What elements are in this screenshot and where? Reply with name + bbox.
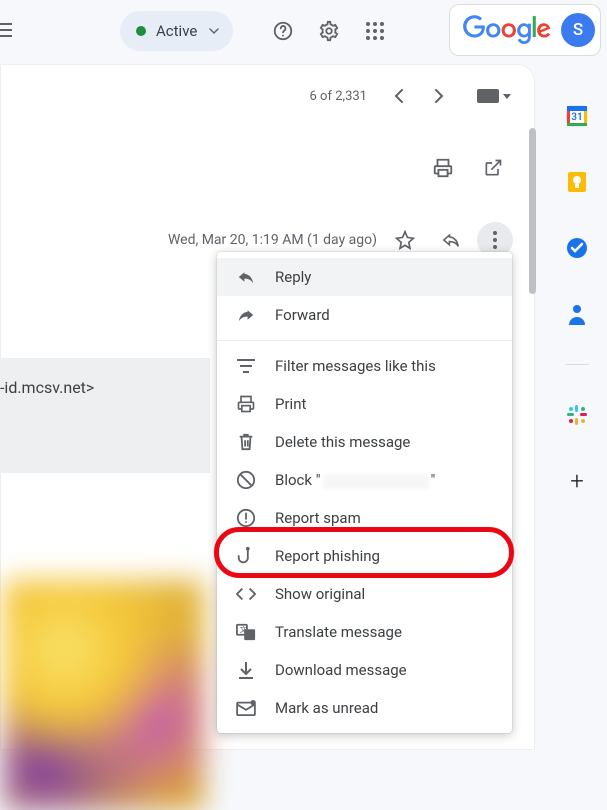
menu-item-report-spam[interactable]: Report spam [217, 499, 512, 537]
redacted-sender-name [323, 474, 429, 489]
download-icon [235, 660, 257, 680]
block-icon [235, 470, 257, 490]
menu-item-label: Print [275, 395, 306, 413]
menu-item-label: Mark as unread [275, 699, 378, 717]
menu-item-translate[interactable]: 文 Translate message [217, 613, 512, 651]
menu-item-filter[interactable]: Filter messages like this [217, 347, 512, 385]
main-menu-icon[interactable] [0, 10, 18, 50]
report-spam-icon [235, 508, 257, 528]
reply-icon [235, 269, 257, 285]
menu-item-label: Show original [275, 585, 365, 603]
chevron-down-icon [503, 94, 511, 99]
kebab-icon [493, 231, 497, 249]
menu-item-show-original[interactable]: Show original [217, 575, 512, 613]
mail-unread-icon [235, 700, 257, 716]
calendar-app-icon[interactable]: 31 [557, 96, 597, 136]
google-logo [463, 15, 551, 45]
menu-item-label: Forward [275, 306, 330, 324]
svg-text:文: 文 [240, 625, 248, 634]
apps-grid-icon[interactable] [355, 11, 395, 51]
input-tool-selector[interactable] [477, 89, 511, 103]
menu-separator [217, 340, 512, 341]
prev-message-button[interactable] [381, 78, 417, 114]
menu-item-mark-unread[interactable]: Mark as unread [217, 689, 512, 727]
chevron-down-icon [209, 28, 219, 34]
keyboard-icon [477, 89, 499, 103]
active-indicator-dot [136, 26, 146, 36]
menu-item-delete[interactable]: Delete this message [217, 423, 512, 461]
status-dropdown[interactable]: Active [120, 11, 233, 51]
translate-icon: 文 [235, 622, 257, 642]
more-options-menu: Reply Forward Filter messages like this … [217, 252, 512, 733]
sender-domain-text: -id.mcsv.net> [0, 374, 102, 406]
menu-item-label: Translate message [275, 623, 402, 641]
slack-app-icon[interactable] [557, 395, 597, 435]
next-message-button[interactable] [421, 78, 457, 114]
menu-item-label: Delete this message [275, 433, 410, 451]
message-actions-row [0, 114, 535, 188]
message-meta-row: Wed, Mar 20, 1:19 AM (1 day ago) [0, 188, 535, 260]
menu-item-label: Block "" [275, 471, 435, 489]
phishing-hook-icon [235, 546, 257, 566]
menu-item-label: Reply [275, 268, 311, 286]
google-account-button[interactable]: S [449, 4, 601, 56]
menu-item-download[interactable]: Download message [217, 651, 512, 689]
scrollbar-thumb[interactable] [529, 128, 536, 294]
menu-item-label: Report phishing [275, 547, 380, 565]
message-timestamp: Wed, Mar 20, 1:19 AM (1 day ago) [168, 232, 377, 248]
mail-navigation-row: 6 of 2,331 [0, 64, 535, 114]
open-new-window-button[interactable] [473, 148, 513, 188]
menu-item-report-phishing[interactable]: Report phishing [217, 537, 512, 575]
side-panel-divider [565, 364, 589, 365]
message-counter: 6 of 2,331 [310, 89, 367, 104]
email-body-image [4, 580, 204, 810]
print-button[interactable] [423, 148, 463, 188]
support-icon[interactable] [263, 11, 303, 51]
gmail-topbar: Active S [0, 0, 607, 62]
status-label: Active [156, 22, 197, 40]
keep-app-icon[interactable] [557, 162, 597, 202]
menu-item-label: Download message [275, 661, 407, 679]
code-icon [235, 587, 257, 601]
topbar-icons [263, 11, 395, 51]
get-addons-button[interactable]: + [557, 461, 597, 501]
filter-icon [235, 359, 257, 373]
menu-item-block[interactable]: Block "" [217, 461, 512, 499]
menu-item-label: Filter messages like this [275, 357, 436, 375]
side-panel: 31 + [547, 74, 607, 501]
menu-item-label: Report spam [275, 509, 361, 527]
forward-icon [235, 307, 257, 323]
tasks-app-icon[interactable] [557, 228, 597, 268]
avatar[interactable]: S [561, 13, 595, 47]
trash-icon [235, 432, 257, 452]
menu-item-reply[interactable]: Reply [217, 258, 512, 296]
print-icon [235, 394, 257, 414]
menu-item-print[interactable]: Print [217, 385, 512, 423]
settings-icon[interactable] [309, 11, 349, 51]
menu-item-forward[interactable]: Forward [217, 296, 512, 334]
contacts-app-icon[interactable] [557, 294, 597, 334]
plus-icon: + [570, 467, 584, 495]
svg-text:31: 31 [571, 112, 582, 123]
